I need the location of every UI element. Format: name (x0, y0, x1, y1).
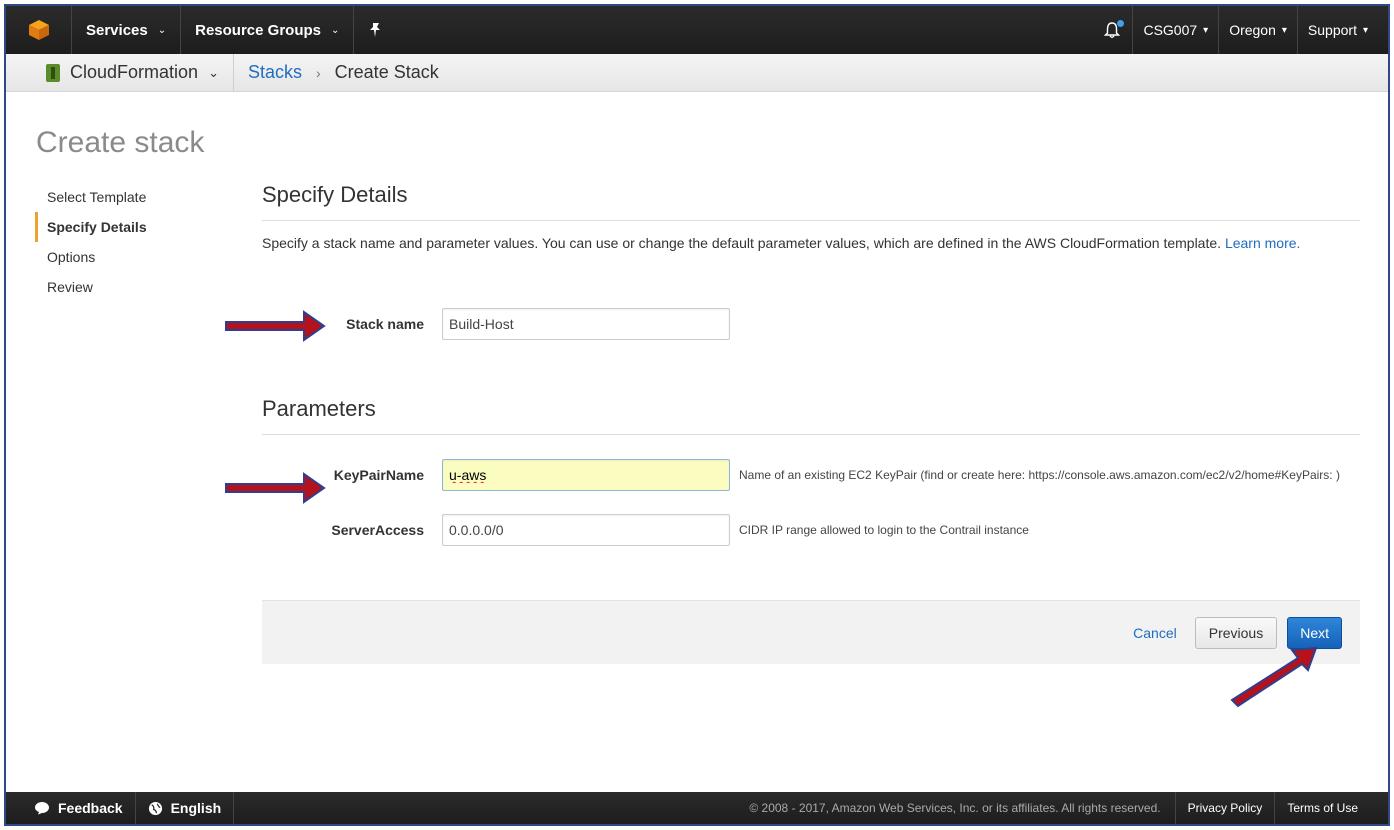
notification-dot (1117, 20, 1125, 27)
chevron-down-icon: ⌄ (331, 24, 340, 36)
breadcrumb-separator: › (316, 64, 321, 81)
server-access-row: ServerAccess CIDR IP range allowed to lo… (262, 514, 1029, 546)
feedback-button[interactable]: Feedback (6, 792, 136, 824)
cloudformation-icon (46, 63, 60, 82)
top-navigation: Services ⌄ Resource Groups ⌄ CSG007 ▾ Or… (6, 6, 1388, 54)
aws-logo-icon[interactable] (6, 6, 72, 54)
caret-down-icon: ▾ (1281, 24, 1287, 36)
breadcrumb-stacks-link[interactable]: Stacks (248, 62, 302, 83)
learn-more-link[interactable]: Learn more. (1225, 235, 1300, 251)
annotation-arrow-icon (225, 310, 326, 342)
caret-down-icon: ▾ (1203, 24, 1209, 36)
support-label: Support (1307, 22, 1357, 38)
globe-icon (148, 801, 162, 815)
annotation-arrow-icon (1230, 646, 1318, 708)
notifications-bell-icon[interactable] (1092, 6, 1134, 54)
step-select-template[interactable]: Select Template (35, 182, 147, 212)
breadcrumb: Stacks › Create Stack (234, 62, 439, 83)
stack-name-row: Stack name (262, 308, 730, 340)
chevron-down-icon: ⌄ (208, 64, 219, 80)
breadcrumb-current: Create Stack (334, 62, 439, 82)
services-label: Services (86, 21, 148, 39)
privacy-policy-link[interactable]: Privacy Policy (1174, 792, 1275, 824)
services-menu[interactable]: Services ⌄ (72, 6, 182, 54)
pin-icon[interactable] (354, 6, 396, 54)
section-title-specify-details: Specify Details (262, 182, 1360, 221)
caret-down-icon: ▾ (1362, 24, 1368, 36)
browser-frame: Services ⌄ Resource Groups ⌄ CSG007 ▾ Or… (4, 4, 1390, 826)
page-title: Create stack (36, 126, 205, 159)
wizard-steps: Select Template Specify Details Options … (35, 182, 147, 302)
account-label: CSG007 (1143, 22, 1198, 38)
wizard-actions: Cancel Previous Next (262, 600, 1360, 664)
region-label: Oregon (1229, 22, 1276, 38)
keypair-row: KeyPairName Name of an existing EC2 KeyP… (262, 459, 1340, 491)
language-label: English (170, 800, 222, 816)
region-menu[interactable]: Oregon ▾ (1219, 6, 1298, 54)
annotation-arrow-icon (225, 472, 326, 504)
step-specify-details[interactable]: Specify Details (35, 212, 147, 242)
speech-bubble-icon (35, 802, 49, 815)
server-access-input[interactable] (442, 514, 730, 546)
service-header: CloudFormation ⌄ Stacks › Create Stack (6, 53, 1388, 92)
keypair-input[interactable] (442, 459, 730, 491)
step-options[interactable]: Options (35, 242, 147, 272)
feedback-label: Feedback (58, 800, 123, 816)
service-switcher[interactable]: CloudFormation ⌄ (6, 53, 234, 92)
service-name: CloudFormation (70, 62, 199, 82)
copyright-text: © 2008 - 2017, Amazon Web Services, Inc.… (749, 801, 1161, 815)
console-footer: Feedback English © 2008 - 2017, Amazon W… (6, 792, 1388, 824)
account-menu[interactable]: CSG007 ▾ (1133, 6, 1220, 54)
section-title-parameters: Parameters (262, 396, 1360, 435)
step-review[interactable]: Review (35, 272, 147, 302)
server-access-label: ServerAccess (331, 522, 424, 538)
parameters-section: Parameters (262, 396, 1360, 435)
specify-details-section: Specify Details Specify a stack name and… (262, 182, 1360, 251)
section-description: Specify a stack name and parameter value… (262, 235, 1360, 251)
cancel-button[interactable]: Cancel (1133, 625, 1177, 641)
stack-name-input[interactable] (442, 308, 730, 340)
support-menu[interactable]: Support ▾ (1298, 6, 1388, 54)
description-text: Specify a stack name and parameter value… (262, 235, 1222, 251)
resource-groups-label: Resource Groups (195, 21, 321, 39)
language-selector[interactable]: English (136, 792, 235, 824)
keypair-hint: Name of an existing EC2 KeyPair (find or… (739, 468, 1340, 482)
terms-of-use-link[interactable]: Terms of Use (1274, 792, 1388, 824)
server-access-hint: CIDR IP range allowed to login to the Co… (739, 523, 1029, 537)
chevron-down-icon: ⌄ (157, 24, 167, 36)
resource-groups-menu[interactable]: Resource Groups ⌄ (181, 6, 355, 54)
